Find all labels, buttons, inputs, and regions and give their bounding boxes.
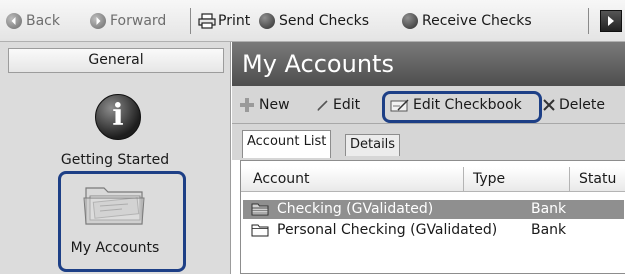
- forward-arrow-icon: [90, 13, 106, 29]
- delete-button[interactable]: Delete: [542, 95, 605, 115]
- printer-icon: [198, 13, 216, 29]
- account-type: Bank: [531, 201, 567, 217]
- account-list: Account Type Statu Checking (GValidated)…: [240, 160, 625, 274]
- folder-icon: [251, 203, 269, 216]
- info-icon: i: [95, 94, 141, 140]
- table-header: Account Type Statu: [241, 167, 625, 192]
- new-label: New: [259, 97, 290, 113]
- main-toolbar: Back Forward Print Send Checks Receive C…: [0, 0, 625, 42]
- receive-checks-icon: [402, 13, 418, 29]
- tab-account-list[interactable]: Account List: [242, 130, 332, 158]
- pencil-icon: [317, 100, 328, 111]
- plus-icon: [240, 98, 254, 112]
- receive-checks-label: Receive Checks: [422, 13, 532, 29]
- highlight-my-accounts: [58, 171, 186, 272]
- back-arrow-icon: [6, 13, 22, 29]
- sidebar-group-header[interactable]: General: [8, 48, 224, 73]
- back-label: Back: [26, 13, 60, 29]
- folder-icon: [251, 224, 269, 237]
- forward-label: Forward: [110, 13, 167, 29]
- toolbar-divider: [190, 8, 191, 34]
- account-name: Personal Checking (GValidated): [277, 222, 498, 238]
- close-x-icon: [543, 99, 555, 111]
- tab-details[interactable]: Details: [345, 134, 401, 156]
- tab-strip: Account List Details: [232, 124, 625, 160]
- edit-button[interactable]: Edit: [316, 95, 360, 115]
- chevron-right-icon: [608, 16, 614, 26]
- account-type: Bank: [531, 222, 567, 238]
- delete-label: Delete: [559, 97, 605, 113]
- column-header-type[interactable]: Type: [473, 170, 505, 188]
- send-checks-label: Send Checks: [279, 13, 370, 29]
- new-button[interactable]: New: [238, 95, 290, 115]
- column-divider[interactable]: [569, 167, 570, 191]
- receive-checks-button[interactable]: Receive Checks: [402, 12, 532, 30]
- column-header-status[interactable]: Statu: [579, 170, 616, 188]
- column-divider[interactable]: [463, 167, 464, 191]
- account-name: Checking (GValidated): [277, 201, 434, 217]
- print-label: Print: [218, 13, 251, 29]
- table-row[interactable]: Checking (GValidated) Bank: [243, 200, 624, 219]
- sidebar-item-label: Getting Started: [60, 152, 170, 168]
- forward-button[interactable]: Forward: [90, 12, 166, 30]
- table-row[interactable]: Personal Checking (GValidated) Bank: [243, 221, 624, 240]
- send-checks-button[interactable]: Send Checks: [259, 12, 369, 30]
- toolbar-divider: [588, 8, 589, 34]
- page-title: My Accounts: [232, 42, 625, 86]
- highlight-edit-checkbook: [382, 91, 542, 123]
- edit-label: Edit: [333, 97, 361, 113]
- column-header-account[interactable]: Account: [253, 170, 310, 188]
- send-checks-icon: [259, 13, 275, 29]
- back-button[interactable]: Back: [6, 12, 60, 30]
- print-button[interactable]: Print: [198, 12, 250, 30]
- sidebar-item-getting-started[interactable]: i Getting Started: [20, 94, 210, 170]
- toolbar-overflow-button[interactable]: [600, 10, 622, 32]
